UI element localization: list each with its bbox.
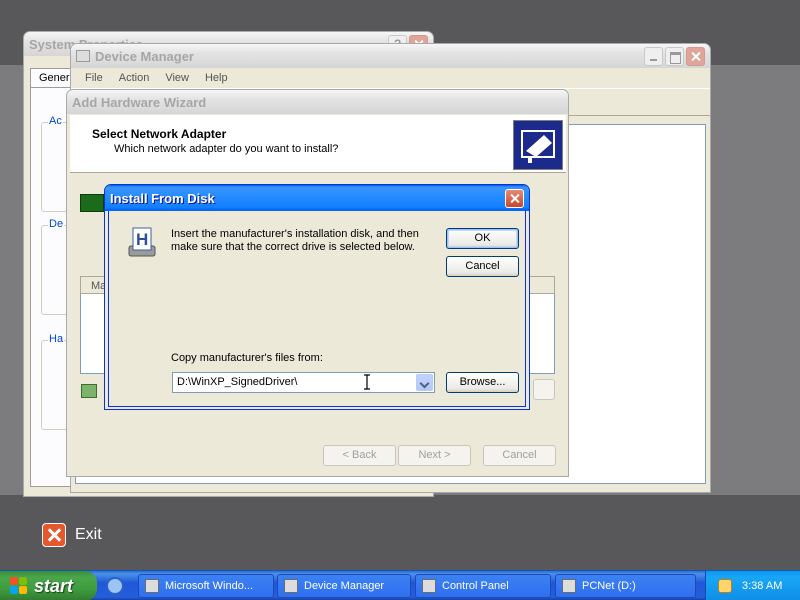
group-label: De bbox=[48, 218, 65, 230]
svg-text:H: H bbox=[136, 230, 148, 249]
group-label: Ha bbox=[48, 333, 65, 345]
dialog-title: Install From Disk bbox=[110, 190, 215, 206]
wizard-titlebar[interactable]: Add Hardware Wizard bbox=[67, 90, 568, 114]
wizard-header: Select Network Adapter Which network ada… bbox=[70, 115, 566, 173]
minimize-button[interactable] bbox=[644, 46, 663, 66]
taskbar-item[interactable]: Microsoft Windo... bbox=[138, 574, 274, 598]
close-icon bbox=[42, 523, 66, 547]
computer-icon bbox=[76, 50, 90, 62]
windows-logo-icon bbox=[10, 577, 28, 595]
taskbar: start Microsoft Windo... Device Manager … bbox=[0, 570, 800, 600]
taskbar-item[interactable]: Control Panel bbox=[415, 574, 551, 598]
group-label: Ac bbox=[48, 115, 63, 127]
network-card-icon bbox=[80, 194, 104, 212]
exit-label: Exit bbox=[75, 526, 102, 543]
hardware-card-icon bbox=[513, 120, 563, 170]
control-panel-icon bbox=[422, 579, 436, 593]
wizard-heading: Select Network Adapter bbox=[92, 127, 227, 141]
device-manager-titlebar[interactable]: Device Manager bbox=[71, 44, 710, 68]
floppy-disk-icon: H bbox=[125, 226, 159, 260]
menu-file[interactable]: File bbox=[77, 72, 111, 84]
start-label: start bbox=[34, 575, 74, 596]
menu-bar: File Action View Help bbox=[71, 68, 710, 88]
ok-button[interactable]: OK bbox=[446, 228, 519, 249]
window-title: Add Hardware Wizard bbox=[72, 94, 207, 110]
cancel-button[interactable]: Cancel bbox=[483, 445, 556, 466]
taskbar-item-label: Microsoft Windo... bbox=[165, 580, 254, 592]
window-title: Device Manager bbox=[95, 48, 194, 64]
install-from-disk-titlebar[interactable]: Install From Disk bbox=[105, 185, 529, 211]
maximize-button[interactable] bbox=[665, 46, 684, 66]
copy-from-combobox[interactable]: D:\WinXP_SignedDriver\ bbox=[172, 372, 435, 393]
taskbar-item[interactable]: Device Manager bbox=[277, 574, 411, 598]
have-disk-button-partial[interactable] bbox=[533, 379, 555, 400]
start-button[interactable]: start bbox=[0, 571, 97, 600]
install-instructions: Insert the manufacturer's installation d… bbox=[171, 228, 419, 253]
signed-driver-icon bbox=[81, 384, 97, 398]
safely-remove-hardware-icon[interactable] bbox=[718, 579, 732, 593]
exit-button[interactable]: Exit bbox=[42, 523, 102, 547]
system-tray: 3:38 AM bbox=[705, 571, 800, 600]
internet-explorer-icon[interactable] bbox=[106, 577, 124, 595]
menu-action[interactable]: Action bbox=[111, 72, 158, 84]
back-button[interactable]: < Back bbox=[323, 445, 396, 466]
close-button[interactable] bbox=[505, 188, 524, 208]
chevron-down-icon[interactable] bbox=[416, 374, 433, 391]
computer-icon bbox=[284, 579, 298, 593]
menu-help[interactable]: Help bbox=[197, 72, 236, 84]
copy-from-label: Copy manufacturer's files from: bbox=[171, 352, 323, 364]
taskbar-item-label: PCNet (D:) bbox=[582, 580, 636, 592]
taskbar-item-label: Device Manager bbox=[304, 580, 385, 592]
clock[interactable]: 3:38 AM bbox=[742, 580, 782, 592]
taskbar-item[interactable]: PCNet (D:) bbox=[555, 574, 696, 598]
text-cursor-icon bbox=[364, 374, 370, 390]
wizard-subheading: Which network adapter do you want to ins… bbox=[114, 143, 339, 155]
cd-drive-icon bbox=[562, 579, 576, 593]
window-icon bbox=[145, 579, 159, 593]
next-button[interactable]: Next > bbox=[398, 445, 471, 466]
close-button[interactable] bbox=[686, 46, 705, 66]
copy-from-path[interactable]: D:\WinXP_SignedDriver\ bbox=[177, 376, 297, 388]
taskbar-item-label: Control Panel bbox=[442, 580, 509, 592]
cancel-button[interactable]: Cancel bbox=[446, 256, 519, 277]
browse-button[interactable]: Browse... bbox=[446, 372, 519, 393]
menu-view[interactable]: View bbox=[157, 72, 197, 84]
install-from-disk-dialog[interactable]: Install From Disk H Insert the manufactu… bbox=[104, 184, 530, 410]
